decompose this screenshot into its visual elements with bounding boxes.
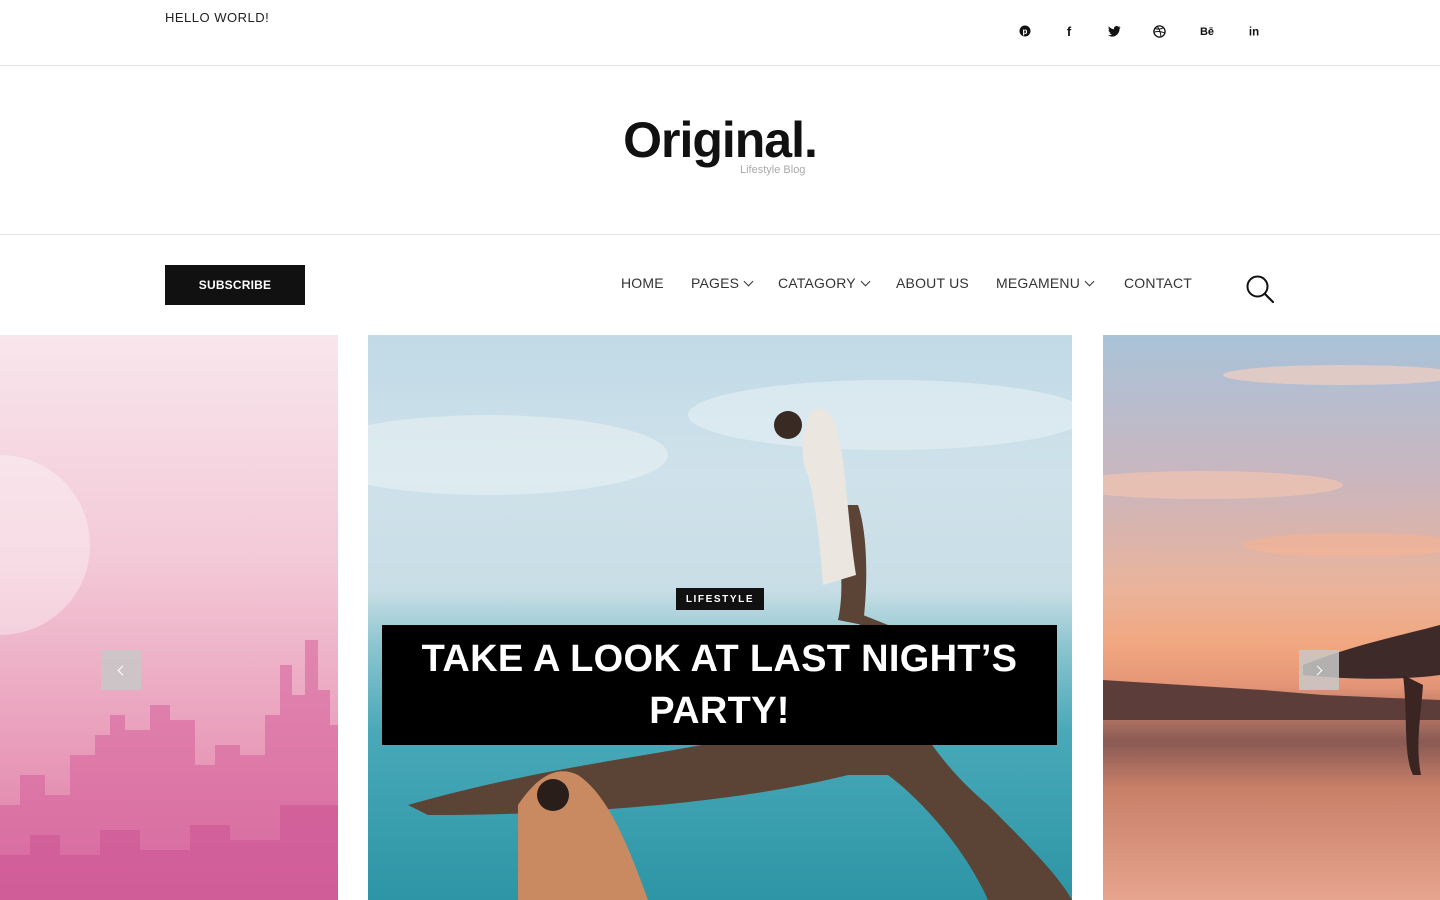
chevron-left-icon xyxy=(117,665,128,675)
chevron-down-icon xyxy=(860,276,871,286)
slide-image-featured[interactable] xyxy=(368,335,1072,900)
facebook-icon[interactable]: f xyxy=(1058,20,1080,42)
site-logo[interactable]: Original. xyxy=(0,111,1440,169)
svg-text:p: p xyxy=(1023,27,1028,36)
search-icon[interactable] xyxy=(1245,274,1275,304)
top-bar: HELLO WORLD! p f Bē in xyxy=(0,0,1440,66)
nav-item-contact[interactable]: CONTACT xyxy=(1124,275,1192,291)
slide-image-city[interactable] xyxy=(0,335,338,900)
brand-header: Original. Lifestyle Blog xyxy=(0,66,1440,235)
chevron-down-icon xyxy=(743,276,754,286)
svg-text:f: f xyxy=(1067,25,1072,38)
nav-item-pages[interactable]: PAGES xyxy=(691,275,754,291)
social-links: p f Bē in xyxy=(0,20,1440,42)
site-tagline: Lifestyle Blog xyxy=(740,164,806,176)
chevron-down-icon xyxy=(1084,276,1095,286)
nav-item-about-us[interactable]: ABOUT US xyxy=(896,275,969,291)
nav-item-home[interactable]: HOME xyxy=(621,275,664,291)
nav-item-label: CONTACT xyxy=(1124,275,1193,291)
dribbble-icon[interactable] xyxy=(1148,20,1170,42)
nav-item-label: ABOUT US xyxy=(896,275,969,291)
nav-item-label: CATAGORY xyxy=(778,275,856,291)
slider-next-button[interactable] xyxy=(1299,650,1339,690)
linkedin-icon[interactable]: in xyxy=(1243,20,1265,42)
twitter-icon[interactable] xyxy=(1103,20,1125,42)
behance-icon[interactable]: Bē xyxy=(1196,20,1218,42)
category-badge[interactable]: LIFESTYLE xyxy=(676,588,764,610)
nav-item-label: PAGES xyxy=(691,275,740,291)
slide-image-beach[interactable] xyxy=(1103,335,1440,900)
nav-item-label: MEGAMENU xyxy=(996,275,1081,291)
featured-post-title[interactable]: TAKE A LOOK AT LAST NIGHT’S PARTY! xyxy=(382,625,1057,745)
nav-item-megamenu[interactable]: MEGAMENU xyxy=(996,275,1095,291)
svg-text:Bē: Bē xyxy=(1200,26,1214,37)
pinterest-icon[interactable]: p xyxy=(1014,20,1036,42)
nav-item-label: HOME xyxy=(621,275,664,291)
svg-text:in: in xyxy=(1249,27,1259,38)
main-nav: HOME PAGES CATAGORY ABOUT US MEGAMENU CO… xyxy=(0,275,1440,295)
nav-item-catagory[interactable]: CATAGORY xyxy=(778,275,871,291)
chevron-right-icon xyxy=(1312,665,1323,675)
slider-prev-button[interactable] xyxy=(101,650,141,690)
